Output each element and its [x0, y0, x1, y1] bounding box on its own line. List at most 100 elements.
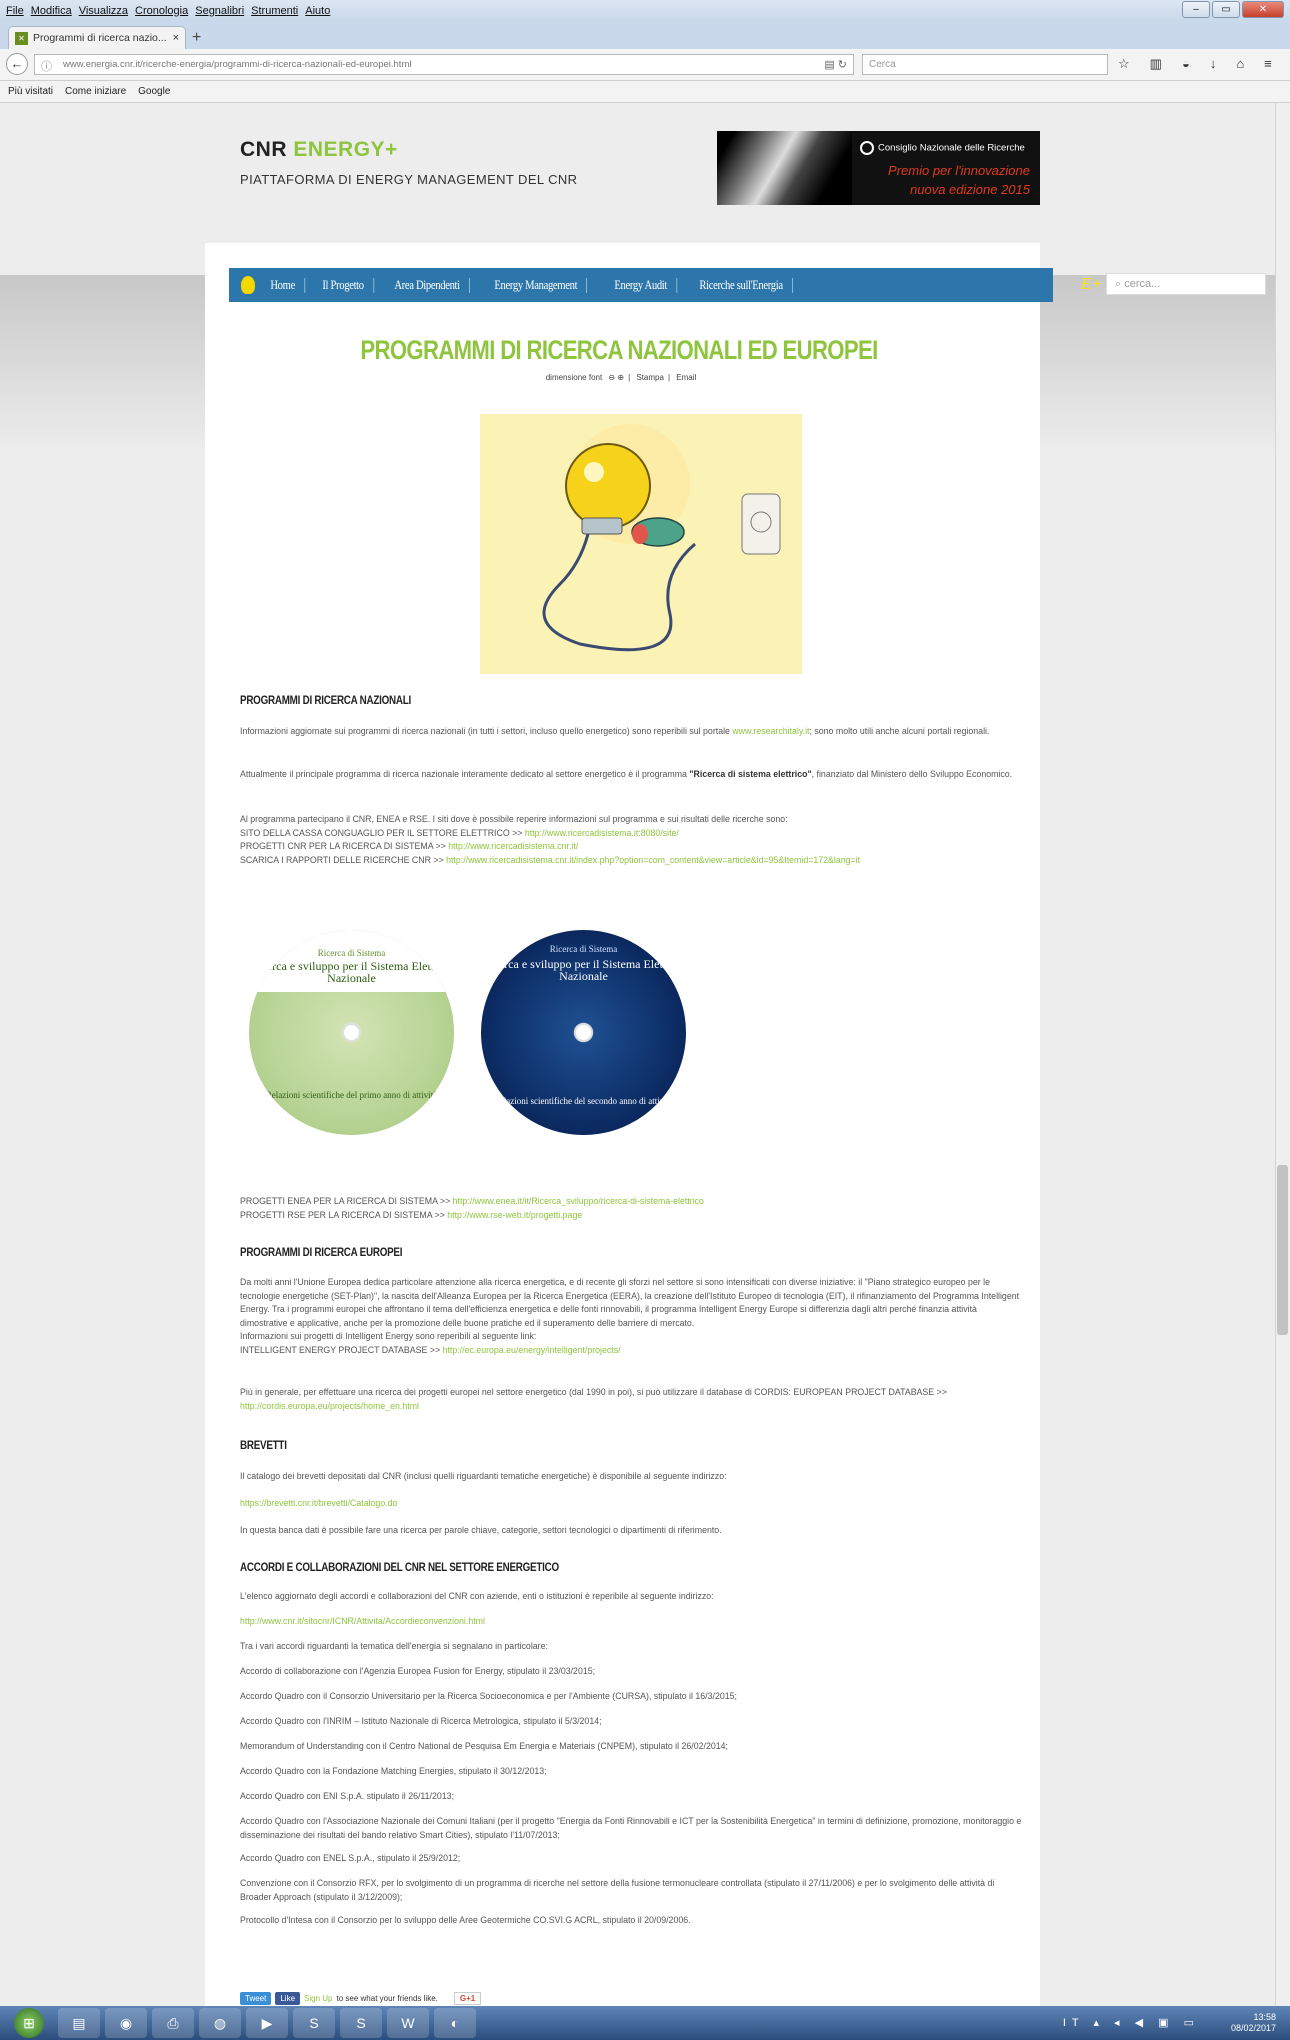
bookmark-star-icon[interactable]: ☆ — [1118, 56, 1130, 72]
new-tab-button[interactable]: + — [192, 29, 201, 47]
agreement-item: Accordo Quadro con l'Associazione Nazion… — [240, 1816, 1022, 1840]
section-heading-agreements: ACCORDI E COLLABORAZIONI DEL CNR NEL SET… — [240, 1560, 559, 1574]
print-link[interactable]: Stampa — [636, 373, 664, 382]
cnr-reports-link[interactable]: http://www.ricercadisistema.cnr.it/index… — [446, 855, 860, 865]
nav-energy-management[interactable]: Energy Management — [485, 277, 588, 293]
library-icon[interactable]: ▥ — [1150, 56, 1162, 72]
bookmark-getting-started[interactable]: Come iniziare — [65, 86, 126, 97]
browser-search-placeholder: Cerca — [869, 59, 896, 70]
rse-link[interactable]: http://www.rse-web.it/progetti.page — [447, 1210, 582, 1220]
section-heading-patents: BREVETTI — [240, 1438, 287, 1452]
cordis-link[interactable]: http://cordis.europa.eu/projects/home_en… — [240, 1401, 419, 1411]
menu-edit[interactable]: Modifica — [31, 5, 72, 17]
site-logo[interactable]: CNR ENERGY+ — [240, 138, 577, 162]
site-tagline: PIATTAFORMA DI ENERGY MANAGEMENT DEL CNR — [240, 172, 578, 187]
national-main-program: Attualmente il principale programma di r… — [240, 769, 1013, 779]
agreement-item: Convenzione con il Consorzio RFX, per lo… — [240, 1878, 995, 1902]
social-buttons: Tweet Like Sign Up to see what your frie… — [240, 1992, 482, 2005]
nav-project[interactable]: Il Progetto — [313, 277, 374, 293]
facebook-like-button[interactable]: Like — [275, 1992, 301, 2005]
researchitaly-link[interactable]: www.researchitaly.it — [732, 726, 809, 736]
tab-title: Programmi di ricerca nazio... — [33, 32, 167, 44]
intelligent-energy-link[interactable]: http://ec.europa.eu/energy/intelligent/p… — [443, 1345, 621, 1355]
menu-tools[interactable]: Strumenti — [251, 5, 298, 17]
lightbulb-icon — [241, 276, 255, 294]
taskbar-skype-business-icon[interactable]: S — [340, 2008, 382, 2038]
page-tools: dimensione font ⊖ ⊕ | Stampa | Email — [240, 373, 998, 382]
url-text: www.energia.cnr.it/ricerche-energia/prog… — [63, 59, 412, 70]
taskbar-word-icon[interactable]: W — [387, 2008, 429, 2038]
start-button[interactable]: ⊞ — [14, 2008, 44, 2038]
cnr-ricerca-sistema-link[interactable]: http://www.ricercadisistema.cnr.it/ — [448, 841, 578, 851]
nav-energy-audit[interactable]: Energy Audit — [605, 277, 678, 293]
agreement-item: Accordo Quadro con l'INRIM – Istituto Na… — [240, 1716, 602, 1726]
agreements-lead: Tra i vari accordi riguardanti la temati… — [240, 1641, 548, 1651]
email-link[interactable]: Email — [676, 373, 696, 382]
menu-file[interactable]: File — [6, 5, 24, 17]
disc-second-year: Ricerca di Sistema Ricerca e sviluppo pe… — [481, 930, 686, 1135]
menu-bookmarks[interactable]: Segnalibri — [195, 5, 244, 17]
tweet-button[interactable]: Tweet — [240, 1992, 272, 2005]
browser-search-input[interactable]: Cerca — [862, 54, 1108, 75]
menu-bar: File Modifica Visualizza Cronologia Segn… — [0, 0, 1290, 21]
lightbulb-plug-illustration — [480, 414, 802, 674]
banner-photo — [717, 131, 852, 205]
patents-intro: Il catalogo dei brevetti depositati dal … — [240, 1471, 727, 1481]
download-icon[interactable]: ↓ — [1210, 56, 1217, 72]
agreement-item: Accordo Quadro con il Consorzio Universi… — [240, 1691, 737, 1701]
taskbar-explorer-icon[interactable]: ▤ — [58, 2008, 100, 2038]
facebook-signup-link[interactable]: Sign Up — [304, 1994, 332, 2003]
banner-edition-text: nuova edizione 2015 — [910, 182, 1030, 197]
scrollbar-thumb[interactable] — [1277, 1165, 1288, 1335]
menu-help[interactable]: Aiuto — [305, 5, 330, 17]
browser-tab[interactable]: ✕ Programmi di ricerca nazio... × — [8, 26, 186, 49]
patents-link[interactable]: https://brevetti.cnr.it/brevetti/Catalog… — [240, 1497, 1025, 1511]
taskbar-chrome-icon[interactable]: ◍ — [199, 2008, 241, 2038]
scrollbar[interactable] — [1275, 103, 1290, 2006]
close-tab-icon[interactable]: × — [173, 32, 179, 44]
section-heading-national: PROGRAMMI DI RICERCA NAZIONALI — [240, 693, 412, 707]
taskbar-app-icon[interactable]: ◉ — [105, 2008, 147, 2038]
agreement-item: Accordo Quadro con ENEL S.p.A., stipulat… — [240, 1853, 461, 1863]
close-window-button[interactable]: ✕ — [1242, 1, 1284, 18]
google-plus-button[interactable]: G+1 — [453, 1992, 482, 2005]
agreement-item: Accordo Quadro con la Fondazione Matchin… — [240, 1766, 547, 1776]
nav-home[interactable]: Home — [261, 277, 306, 293]
national-intro: Informazioni aggiornate sui programmi di… — [240, 726, 990, 736]
enea-link[interactable]: http://www.enea.it/it/Ricerca_sviluppo/r… — [453, 1196, 704, 1206]
maximize-button[interactable]: ▭ — [1212, 1, 1240, 18]
nav-employees[interactable]: Area Dipendenti — [385, 277, 470, 293]
system-tray-icons[interactable]: IT ▴ ◂ ◀ ▣ ▭ — [1063, 2016, 1200, 2029]
enea-rse-links: PROGETTI ENEA PER LA RICERCA DI SISTEMA … — [240, 1196, 704, 1220]
hamburger-menu-icon[interactable]: ≡ — [1264, 56, 1272, 72]
cassa-conguaglio-link[interactable]: http://www.ricercadisistema.it:8080/site… — [525, 828, 679, 838]
site-nav: Home Il Progetto Area Dipendenti Energy … — [229, 268, 1266, 302]
banner-award-text: Premio per l'innovazione — [888, 163, 1030, 178]
bookmark-most-visited[interactable]: Più visitati — [8, 86, 53, 97]
url-bar[interactable]: ⓘ www.energia.cnr.it/ricerche-energia/pr… — [34, 54, 854, 75]
taskbar-skype-icon[interactable]: S — [293, 2008, 335, 2038]
minimize-button[interactable]: – — [1182, 1, 1210, 18]
system-clock[interactable]: 13:58 08/02/2017 — [1231, 2012, 1276, 2034]
menu-history[interactable]: Cronologia — [135, 5, 188, 17]
nav-energy-research[interactable]: Ricerche sull'Energia — [690, 277, 794, 293]
site-search-input[interactable]: ⌕ cerca... — [1106, 273, 1266, 295]
font-size-control[interactable]: dimensione font ⊖ ⊕ — [542, 373, 624, 382]
taskbar-firefox-icon[interactable]: ◐ — [434, 2008, 476, 2038]
taskbar-printer-icon[interactable]: ⎙ — [152, 2008, 194, 2038]
bookmark-google[interactable]: Google — [138, 86, 170, 97]
reload-icon[interactable]: ▤ ↻ — [824, 58, 847, 71]
cnr-logo: Consiglio Nazionale delle Ricerche — [860, 141, 1025, 155]
european-intro: Da molti anni l'Unione Europea dedica pa… — [240, 1277, 1020, 1355]
pocket-icon[interactable]: ◒ — [1182, 56, 1190, 72]
info-icon[interactable]: ⓘ — [41, 58, 52, 74]
cnr-award-banner[interactable]: Consiglio Nazionale delle Ricerche Premi… — [717, 131, 1040, 205]
taskbar-media-icon[interactable]: ▶ — [246, 2008, 288, 2038]
nav-toolbar: ← ⓘ www.energia.cnr.it/ricerche-energia/… — [0, 49, 1290, 81]
research-disc-images: Ricerca di Sistema Ricerca e sviluppo pe… — [249, 930, 694, 1140]
home-icon[interactable]: ⌂ — [1236, 56, 1244, 72]
agreements-link[interactable]: http://www.cnr.it/sitocnr/ICNR/Attivita/… — [240, 1615, 1025, 1629]
menu-view[interactable]: Visualizza — [79, 5, 128, 17]
back-button[interactable]: ← — [6, 53, 28, 75]
patents-note: In questa banca dati è possibile fare un… — [240, 1525, 722, 1535]
